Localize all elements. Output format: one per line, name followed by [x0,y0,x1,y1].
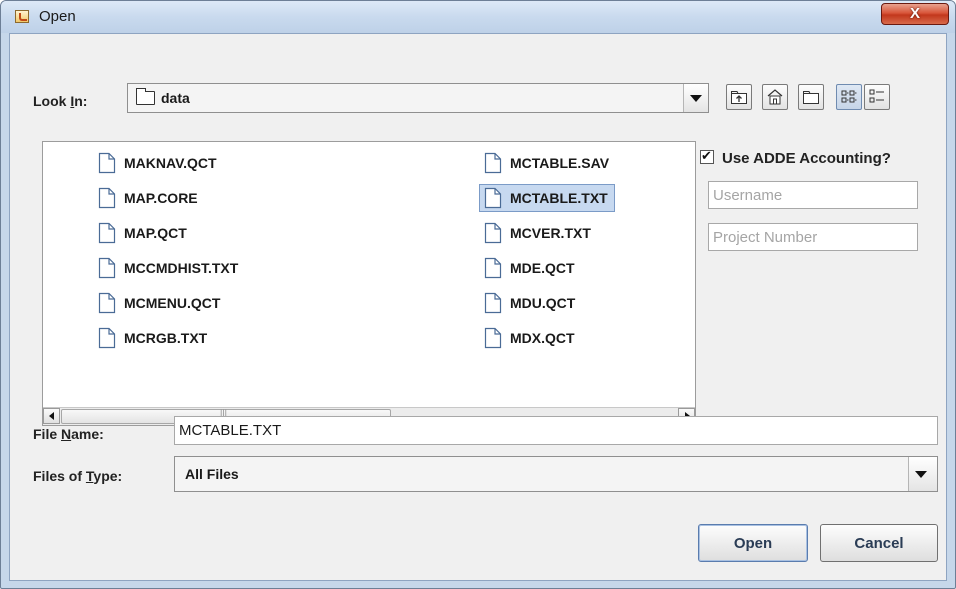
up-one-level-button[interactable] [726,84,752,110]
file-item[interactable]: MDE.QCT [484,254,575,282]
files-of-type-combo[interactable]: All Files [174,456,938,492]
open-button[interactable]: Open [698,524,808,562]
details-view-button[interactable] [864,84,890,110]
document-icon [484,222,502,244]
files-of-type-label-suffix: ype: [93,468,123,484]
document-icon [98,327,116,349]
home-icon [767,89,783,105]
file-name-text: MAKNAV.QCT [124,155,217,171]
files-of-type-value: All Files [185,466,239,482]
open-dialog: Open X Look In: data MAKNAV.QCT MAP.CORE… [0,0,956,589]
file-name-text: MCTABLE.TXT [510,190,608,206]
use-adde-accounting-label[interactable]: Use ADDE Accounting? [722,150,891,167]
look-in-combo[interactable]: data [127,83,709,113]
file-item[interactable]: MCTABLE.SAV [484,149,609,177]
use-adde-accounting-checkbox[interactable] [700,148,714,164]
list-view-icon [841,90,857,103]
file-item[interactable]: MAP.CORE [98,184,198,212]
files-of-type-label-prefix: Files of [33,468,86,484]
file-name-text: MDE.QCT [510,260,575,276]
document-icon [98,292,116,314]
document-icon [484,187,502,209]
file-name-label-mnemonic: N [61,426,72,442]
look-in-label-prefix: Look [33,93,71,109]
cancel-button[interactable]: Cancel [820,524,938,562]
file-item[interactable]: MCCMDHIST.TXT [98,254,238,282]
file-item[interactable]: MCVER.TXT [484,219,591,247]
file-item[interactable]: MCMENU.QCT [98,289,220,317]
folder-icon [136,88,155,105]
file-item[interactable]: MAKNAV.QCT [98,149,217,177]
file-name-label: File Name: [33,426,104,442]
look-in-label-suffix: n: [74,93,88,109]
document-icon [484,152,502,174]
file-name-text: MAP.CORE [124,190,198,206]
file-item[interactable]: MDX.QCT [484,324,575,352]
java-app-icon [15,10,29,23]
document-icon [484,257,502,279]
title-bar[interactable]: Open X [1,1,955,33]
file-item[interactable]: MAP.QCT [98,219,187,247]
document-icon [98,187,116,209]
username-field[interactable]: Username [708,181,918,209]
new-folder-icon [803,91,819,104]
file-name-label-prefix: File [33,426,62,442]
file-name-text: MCCMDHIST.TXT [124,260,239,276]
document-icon [484,327,502,349]
details-view-icon [869,89,884,103]
file-list[interactable]: MAKNAV.QCT MAP.CORE MAP.QCT MCCMDHIST.TXT MC… [42,141,696,426]
document-icon [484,292,502,314]
file-name-text: MCMENU.QCT [124,295,221,311]
file-name-text: MDU.QCT [510,295,576,311]
look-in-folder-name: data [161,90,190,106]
dialog-title: Open [39,8,76,25]
file-name-text: MAP.QCT [124,225,187,241]
files-of-type-dropdown-arrow[interactable] [908,457,937,491]
look-in-label: Look In: [33,93,87,109]
file-name-input[interactable]: MCTABLE.TXT [174,416,938,445]
document-icon [98,222,116,244]
file-name-text: MCVER.TXT [510,225,591,241]
up-one-level-icon [731,91,747,104]
file-name-text: MCRGB.TXT [124,330,208,346]
file-name-text: MCTABLE.SAV [510,155,610,171]
files-of-type-label: Files of Type: [33,468,122,484]
file-name-label-suffix: ame: [71,426,104,442]
project-number-field[interactable]: Project Number [708,223,918,251]
scroll-left-button[interactable] [43,408,60,424]
dialog-content: Look In: data MAKNAV.QCT MAP.CORE MAP.QC… [9,33,947,581]
file-item[interactable]: MCRGB.TXT [98,324,207,352]
file-item[interactable]: MDU.QCT [484,289,575,317]
look-in-dropdown-arrow[interactable] [683,84,708,112]
list-view-button[interactable] [836,84,862,110]
document-icon [98,152,116,174]
home-button[interactable] [762,84,788,110]
document-icon [98,257,116,279]
new-folder-button[interactable] [798,84,824,110]
close-button[interactable]: X [881,3,949,25]
file-name-text: MDX.QCT [510,330,575,346]
file-item[interactable]: MCTABLE.TXT [479,184,615,212]
look-in-value: data [136,84,190,112]
